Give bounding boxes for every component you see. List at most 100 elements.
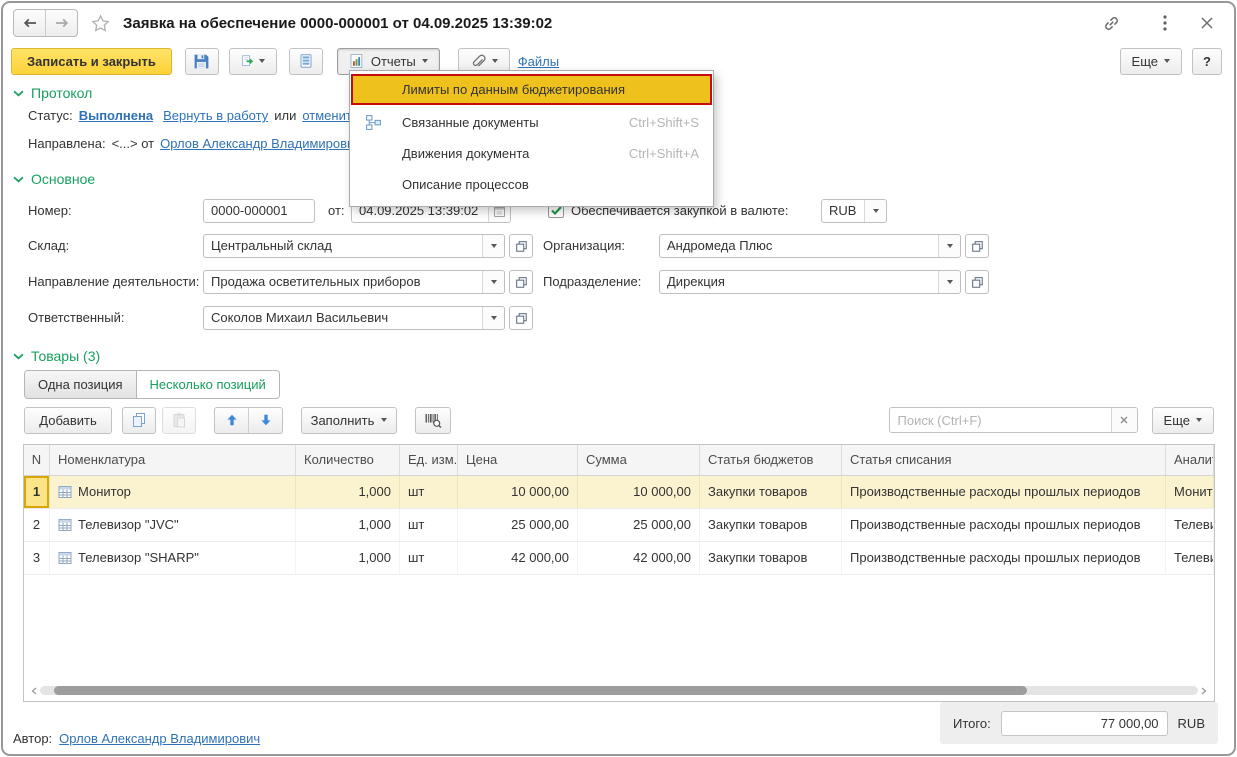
scroll-right-arrow[interactable] (1198, 684, 1210, 697)
back-button[interactable] (14, 10, 45, 36)
fill-button[interactable]: Заполнить (301, 406, 397, 434)
author-label: Автор: (13, 731, 53, 746)
help-button[interactable]: ? (1192, 47, 1222, 75)
favorite-star-icon[interactable] (90, 13, 111, 34)
dropdown-caret-icon (1164, 59, 1170, 63)
budget-item-cell: Закупки товаров (700, 542, 842, 574)
status-value-link[interactable]: Выполнена (79, 108, 153, 123)
open-form-icon (971, 240, 983, 252)
barcode-scan-button[interactable] (415, 406, 451, 434)
menu-item-document-movements[interactable]: Движения документа Ctrl+Shift+A (350, 138, 713, 169)
dropdown-caret-icon[interactable] (482, 235, 504, 257)
author-link[interactable]: Орлов Александр Владимирович (59, 731, 260, 746)
row-number-cell[interactable]: 2 (24, 509, 50, 541)
paste-row-button[interactable] (162, 406, 196, 434)
department-open-button[interactable] (965, 270, 989, 294)
scrollbar-thumb[interactable] (54, 686, 1027, 695)
quantity-cell: 1,000 (296, 509, 400, 541)
unit-cell: шт (400, 509, 458, 541)
warehouse-combo[interactable]: Центральный склад (203, 234, 505, 258)
goods-section-header[interactable]: Товары (3) (13, 348, 100, 364)
dropdown-caret-icon[interactable] (864, 200, 886, 222)
col-header-analytics[interactable]: Аналитика (1166, 445, 1214, 475)
row-number-cell[interactable]: 3 (24, 542, 50, 574)
nomenclature-icon (58, 519, 72, 531)
col-header-nomenclature[interactable]: Номенклатура (50, 445, 296, 475)
more-menu-icon[interactable] (1154, 12, 1176, 34)
activity-combo[interactable]: Продажа осветительных приборов (203, 270, 505, 294)
sent-author-link[interactable]: Орлов Александр Владимирович (160, 136, 361, 151)
table-row[interactable]: 3 Телевизор "SHARP" 1,000 шт 42 000,00 4… (24, 542, 1214, 575)
goods-more-button[interactable]: Еще (1151, 406, 1214, 434)
department-combo[interactable]: Дирекция (659, 270, 961, 294)
price-cell: 10 000,00 (458, 476, 578, 508)
add-row-button[interactable]: Добавить (24, 406, 112, 434)
goods-toolbar: Добавить Заполнить Поиск (Ctrl+F) Еще (24, 406, 1214, 434)
col-header-price[interactable]: Цена (458, 445, 578, 475)
paperclip-icon (472, 54, 486, 67)
scroll-left-arrow[interactable] (28, 684, 40, 697)
sum-cell: 25 000,00 (578, 509, 700, 541)
activity-open-button[interactable] (509, 270, 533, 294)
budget-item-cell: Закупки товаров (700, 509, 842, 541)
department-label: Подразделение: (543, 274, 642, 289)
register-records-button[interactable] (288, 47, 323, 75)
responsible-combo[interactable]: Соколов Михаил Васильевич (203, 306, 505, 330)
save-button[interactable] (184, 47, 219, 75)
move-row-group (214, 406, 283, 434)
col-header-unit[interactable]: Ед. изм. (400, 445, 458, 475)
number-field[interactable]: 0000-000001 (203, 199, 315, 223)
currency-combo[interactable]: RUB (821, 199, 887, 223)
responsible-open-button[interactable] (509, 306, 533, 330)
arrow-down-icon (260, 414, 271, 426)
dropdown-caret-icon[interactable] (938, 235, 960, 257)
org-combo[interactable]: Андромеда Плюс (659, 234, 961, 258)
forward-button[interactable] (45, 10, 77, 36)
save-and-close-button[interactable]: Записать и закрыть (11, 47, 172, 75)
menu-item-budget-limits[interactable]: Лимиты по данным бюджетирования (351, 74, 712, 105)
position-mode-tabs: Одна позиция Несколько позиций (24, 370, 280, 399)
unit-cell: шт (400, 542, 458, 574)
tab-many-positions[interactable]: Несколько позиций (135, 371, 279, 398)
dropdown-caret-icon (381, 418, 388, 422)
protocol-sent-line: Направлена: <...> от Орлов Александр Вла… (28, 136, 361, 151)
col-header-budget-item[interactable]: Статья бюджетов (700, 445, 842, 475)
dropdown-caret-icon[interactable] (482, 271, 504, 293)
arrow-left-icon (23, 18, 36, 28)
table-row[interactable]: 1 Монитор 1,000 шт 10 000,00 10 000,00 З… (24, 476, 1214, 509)
row-number-cell[interactable]: 1 (24, 476, 50, 508)
org-open-button[interactable] (965, 234, 989, 258)
warehouse-value: Центральный склад (211, 238, 332, 253)
menu-item-label: Связанные документы (402, 115, 539, 130)
more-button-top[interactable]: Еще (1119, 47, 1182, 75)
warehouse-open-button[interactable] (509, 234, 533, 258)
main-section-header[interactable]: Основное (13, 171, 95, 187)
move-row-up-button[interactable] (215, 408, 248, 433)
col-header-sum[interactable]: Сумма (578, 445, 700, 475)
search-clear-icon[interactable] (1110, 408, 1137, 432)
close-icon[interactable] (1196, 12, 1218, 34)
files-link[interactable]: Файлы (518, 54, 559, 69)
scrollbar-track[interactable] (40, 686, 1198, 695)
table-row[interactable]: 2 Телевизор "JVC" 1,000 шт 25 000,00 25 … (24, 509, 1214, 542)
menu-item-linked-documents[interactable]: Связанные документы Ctrl+Shift+S (350, 107, 713, 138)
search-input[interactable] (889, 408, 1111, 432)
dropdown-caret-icon (1196, 418, 1202, 422)
get-link-icon[interactable] (1100, 12, 1122, 34)
move-row-down-button[interactable] (248, 407, 282, 433)
protocol-section-header[interactable]: Протокол (13, 85, 92, 101)
writeoff-item-cell: Производственные расходы прошлых периодо… (842, 542, 1166, 574)
arrow-up-icon (226, 414, 237, 426)
copy-row-button[interactable] (122, 406, 156, 434)
open-form-icon (515, 240, 527, 252)
col-header-quantity[interactable]: Количество (296, 445, 400, 475)
col-header-writeoff-item[interactable]: Статья списания (842, 445, 1166, 475)
dropdown-caret-icon[interactable] (482, 307, 504, 329)
total-label: Итого: (953, 715, 991, 731)
return-to-work-link[interactable]: Вернуть в работу (163, 108, 268, 123)
col-header-n[interactable]: N (24, 445, 50, 475)
menu-item-process-description[interactable]: Описание процессов (350, 169, 713, 200)
tab-one-position[interactable]: Одна позиция (25, 371, 136, 398)
create-based-on-button[interactable] (228, 47, 277, 75)
dropdown-caret-icon[interactable] (938, 271, 960, 293)
